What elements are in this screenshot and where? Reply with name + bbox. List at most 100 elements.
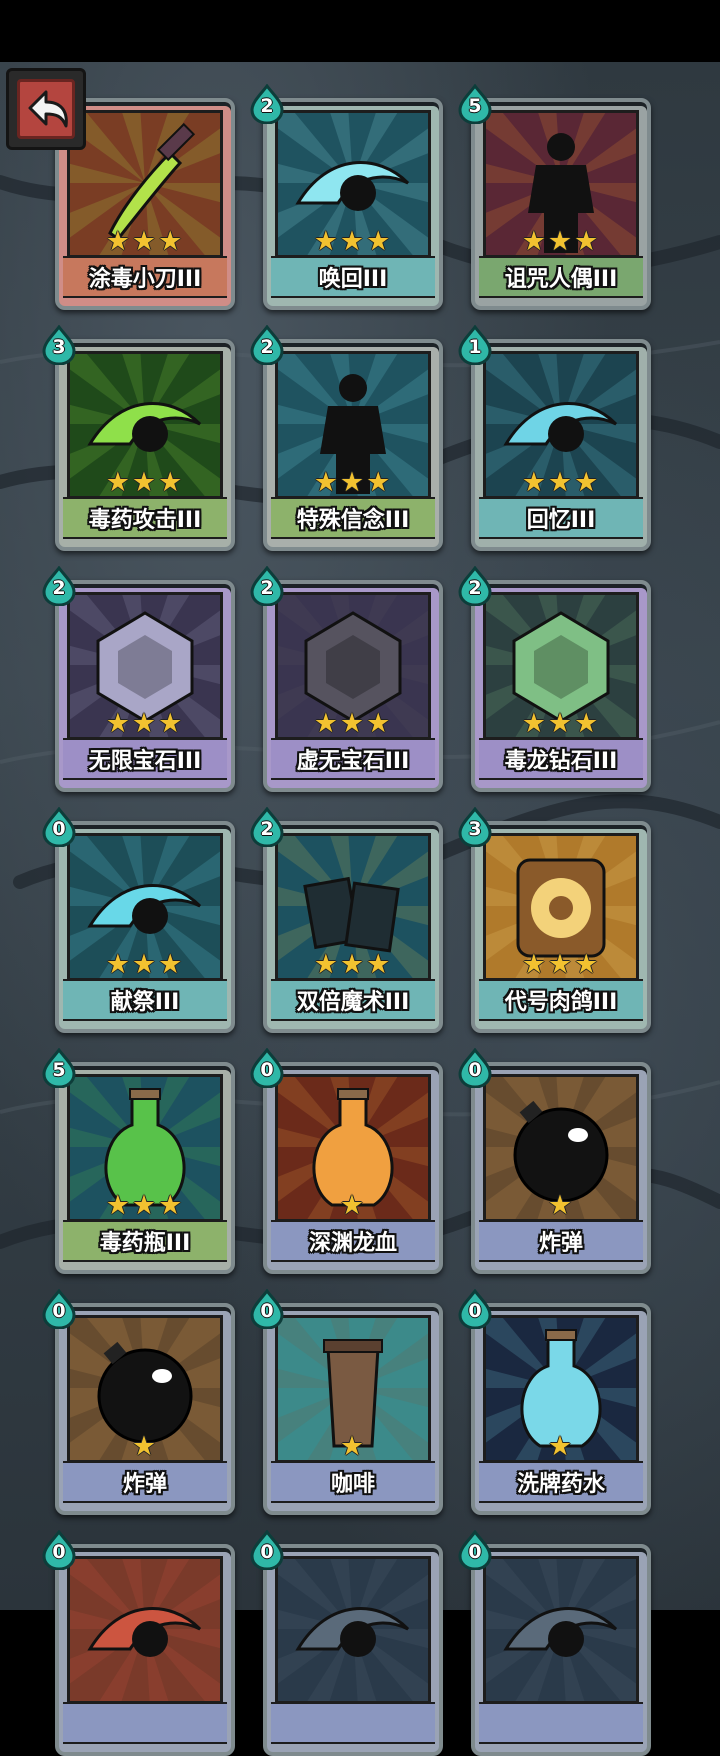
star-rating [471,1674,651,1702]
star-rating [263,1674,443,1702]
card-6[interactable]: 回忆III ★★★ 1 [458,325,651,551]
card-name: 深渊龙血 [308,1231,397,1256]
card-name-band: 双倍魔术III [271,979,435,1021]
card-name-band: 洗牌药水 [479,1461,643,1503]
card-2[interactable]: 唤回III ★★★ 2 [250,84,443,310]
card-name: 诅咒人偶III [504,267,618,292]
card-name: 涂毒小刀III [88,267,202,292]
star-rating: ★★★ [313,226,393,257]
back-button[interactable] [6,68,86,150]
card-20[interactable]: 0 [250,1530,443,1756]
star-rating: ★ [547,1431,575,1462]
star-rating: ★★★ [521,467,601,498]
energy-cost-badge: 0 [41,1530,77,1570]
energy-cost-badge: 3 [41,325,77,365]
star-rating [55,1674,235,1702]
card-name: 双倍魔术III [296,990,410,1015]
energy-cost-value: 0 [52,1541,66,1563]
card-14[interactable]: 深渊龙血 ★ 0 [250,1048,443,1274]
energy-cost-value: 3 [468,818,482,840]
card-name-band: 回忆III [479,497,643,539]
energy-cost-badge: 2 [249,566,285,606]
card-19[interactable]: 0 [42,1530,235,1756]
card-15[interactable]: 炸弹 ★ 0 [458,1048,651,1274]
back-arrow-icon [17,79,75,139]
card-name: 献祭III [110,990,180,1015]
card-name: 无限宝石III [88,749,202,774]
energy-cost-value: 5 [52,1059,66,1081]
status-bar [0,0,720,62]
energy-cost-value: 2 [468,577,482,599]
card-name-band: 咖啡 [271,1461,435,1503]
card-name-band: 特殊信念III [271,497,435,539]
star-rating: ★ [339,1431,367,1462]
card-21[interactable]: 0 [458,1530,651,1756]
card-name-band: 唤回III [271,256,435,298]
card-13[interactable]: 毒药瓶III ★★★ 5 [42,1048,235,1274]
star-rating: ★★★ [105,949,185,980]
card-8[interactable]: 虚无宝石III ★★★ 2 [250,566,443,792]
card-name-band: 献祭III [63,979,227,1021]
energy-cost-value: 0 [260,1300,274,1322]
energy-cost-value: 1 [468,336,482,358]
star-rating: ★ [131,1431,159,1462]
energy-cost-value: 0 [52,818,66,840]
star-rating: ★★★ [105,467,185,498]
card-name-band [63,1702,227,1744]
energy-cost-badge: 5 [457,84,493,124]
energy-cost-badge: 0 [457,1530,493,1570]
card-16[interactable]: 炸弹 ★ 0 [42,1289,235,1515]
card-12[interactable]: 代号肉鸽III ★★★ 3 [458,807,651,1033]
energy-cost-value: 3 [52,336,66,358]
energy-cost-value: 0 [52,1300,66,1322]
card-10[interactable]: 献祭III ★★★ 0 [42,807,235,1033]
energy-cost-badge: 0 [41,1289,77,1329]
card-name-band: 深渊龙血 [271,1220,435,1262]
energy-cost-value: 2 [260,818,274,840]
energy-cost-value: 0 [468,1541,482,1563]
card-name-band [271,1702,435,1744]
card-name-band: 涂毒小刀III [63,256,227,298]
card-name: 唤回III [318,267,388,292]
card-name: 毒龙钻石III [504,749,618,774]
star-rating: ★★★ [105,708,185,739]
card-name-band: 毒药攻击III [63,497,227,539]
card-name: 炸弹 [538,1231,583,1256]
star-rating: ★★★ [313,467,393,498]
star-rating: ★★★ [313,949,393,980]
energy-cost-value: 0 [468,1300,482,1322]
energy-cost-value: 2 [260,577,274,599]
card-name-band: 诅咒人偶III [479,256,643,298]
card-9[interactable]: 毒龙钻石III ★★★ 2 [458,566,651,792]
card-name-band: 毒龙钻石III [479,738,643,780]
energy-cost-value: 0 [260,1059,274,1081]
card-name: 毒药瓶III [99,1231,191,1256]
energy-cost-badge: 0 [249,1289,285,1329]
card-5[interactable]: 特殊信念III ★★★ 2 [250,325,443,551]
energy-cost-value: 2 [260,95,274,117]
energy-cost-badge: 5 [41,1048,77,1088]
star-rating: ★★★ [313,708,393,739]
energy-cost-value: 2 [52,577,66,599]
star-rating: ★★★ [105,226,185,257]
card-name-band: 毒药瓶III [63,1220,227,1262]
energy-cost-value: 5 [468,95,482,117]
card-4[interactable]: 毒药攻击III ★★★ 3 [42,325,235,551]
card-11[interactable]: 双倍魔术III ★★★ 2 [250,807,443,1033]
card-7[interactable]: 无限宝石III ★★★ 2 [42,566,235,792]
card-name: 咖啡 [330,1472,375,1497]
star-rating: ★★★ [105,1190,185,1221]
card-18[interactable]: 洗牌药水 ★ 0 [458,1289,651,1515]
energy-cost-badge: 2 [457,566,493,606]
card-name-band: 虚无宝石III [271,738,435,780]
energy-cost-value: 0 [260,1541,274,1563]
star-rating: ★ [339,1190,367,1221]
card-3[interactable]: 诅咒人偶III ★★★ 5 [458,84,651,310]
energy-cost-value: 2 [260,336,274,358]
card-name-band: 炸弹 [63,1461,227,1503]
card-17[interactable]: 咖啡 ★ 0 [250,1289,443,1515]
star-rating: ★★★ [521,226,601,257]
energy-cost-badge: 2 [249,325,285,365]
energy-cost-badge: 3 [457,807,493,847]
energy-cost-badge: 2 [249,807,285,847]
